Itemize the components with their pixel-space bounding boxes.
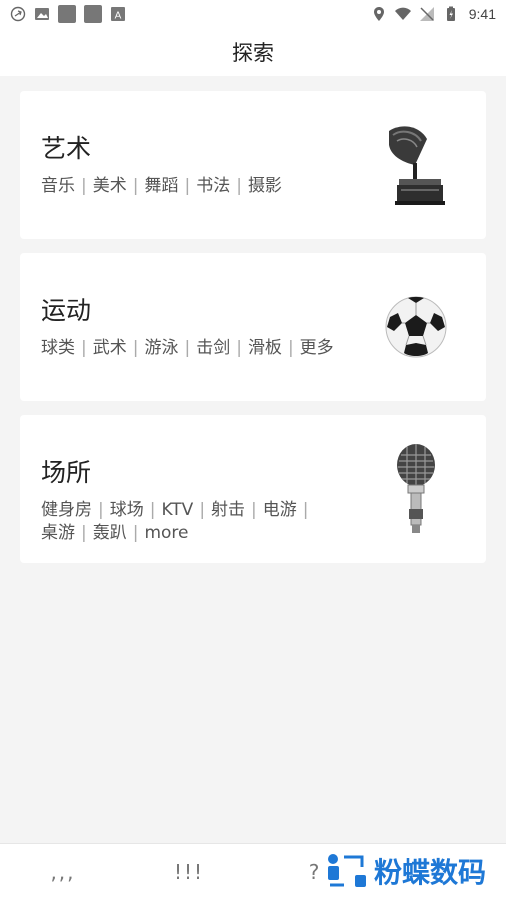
tag-separator: | [184, 338, 191, 358]
status-bar: A 9:41 [0, 0, 506, 28]
tag-separator: | [81, 523, 87, 543]
soccer-ball-icon [374, 281, 458, 373]
tag-separator: | [236, 176, 242, 196]
card-tags: 音乐 | 美术 | 舞蹈 | 书法 | 摄影 [41, 175, 341, 198]
tag-separator: | [199, 500, 206, 520]
category-card-sports[interactable]: 运动 球类 | 武术 | 游泳 | 击剑 | 滑板 | 更多 [20, 253, 486, 401]
nav-tab-comma[interactable]: ,,, [0, 860, 126, 884]
tag-separator: | [302, 500, 309, 520]
sync-icon [10, 6, 26, 22]
font-icon: A [111, 7, 125, 22]
tag-item[interactable]: 音乐 [41, 176, 75, 196]
tag-item[interactable]: 武术 [93, 338, 127, 358]
tag-separator: | [132, 338, 139, 358]
tag-separator: | [81, 338, 87, 358]
status-bar-right: 9:41 [371, 6, 496, 22]
tag-item[interactable]: 滑板 [248, 338, 282, 358]
tag-item[interactable]: 美术 [93, 176, 127, 196]
tag-item[interactable]: 舞蹈 [144, 176, 178, 196]
wifi-icon [394, 7, 411, 20]
tag-item[interactable]: 书法 [196, 176, 230, 196]
battery-icon [446, 6, 455, 21]
tag-item[interactable]: more [144, 523, 188, 543]
tag-separator: | [236, 338, 242, 358]
tag-separator: | [287, 338, 294, 358]
app-icon [84, 5, 102, 23]
card-tags: 健身房 | 球场 | KTV | 射击 | 电游 | 桌游 | 轰趴 | more [41, 499, 341, 545]
watermark: 粉蝶数码 [326, 851, 486, 891]
tag-separator: | [98, 500, 104, 520]
status-time: 9:41 [468, 6, 496, 22]
tag-item[interactable]: 球类 [41, 338, 75, 358]
status-bar-left: A [10, 5, 126, 23]
tag-item[interactable]: 射击 [211, 500, 245, 520]
card-title: 场所 [41, 458, 92, 487]
tag-separator: | [149, 500, 156, 520]
category-card-art[interactable]: 艺术 音乐 | 美术 | 舞蹈 | 书法 | 摄影 [20, 91, 486, 239]
header: 探索 [0, 28, 506, 76]
nav-tab-exclamation[interactable]: !!! [126, 860, 252, 884]
tag-separator: | [184, 176, 191, 196]
tags-row: 桌游 | 轰趴 | more [41, 522, 341, 545]
tag-item[interactable]: 轰趴 [93, 523, 127, 543]
tag-item[interactable]: 摄影 [248, 176, 282, 196]
card-title: 运动 [41, 296, 92, 325]
tag-item[interactable]: 游泳 [144, 338, 178, 358]
gramophone-icon [374, 119, 458, 211]
tag-separator: | [132, 176, 139, 196]
page-title: 探索 [232, 41, 274, 65]
watermark-text: 粉蝶数码 [373, 857, 486, 888]
tag-item[interactable]: 电游 [263, 500, 297, 520]
tag-item[interactable]: 健身房 [41, 500, 92, 520]
card-title: 艺术 [41, 134, 92, 163]
tag-separator: | [81, 176, 87, 196]
app-icon [58, 5, 76, 23]
tag-item[interactable]: KTV [161, 500, 193, 520]
tag-item[interactable]: 桌游 [41, 523, 75, 543]
tags-row: 健身房 | 球场 | KTV | 射击 | 电游 | [41, 499, 341, 522]
location-icon [373, 7, 384, 21]
category-card-places[interactable]: 场所 健身房 | 球场 | KTV | 射击 | 电游 | 桌游 | 轰趴 | more [20, 415, 486, 563]
tag-item[interactable]: 球场 [110, 500, 144, 520]
tag-item[interactable]: 击剑 [196, 338, 230, 358]
microphone-icon [374, 443, 458, 535]
tag-separator: | [251, 500, 257, 520]
image-icon [35, 8, 49, 20]
signal-off-icon [419, 7, 434, 21]
tag-separator: | [132, 523, 139, 543]
tag-item[interactable]: 更多 [300, 338, 334, 358]
svg-text:A: A [115, 11, 122, 22]
card-tags: 球类 | 武术 | 游泳 | 击剑 | 滑板 | 更多 [41, 337, 341, 360]
watermark-logo-icon [327, 854, 366, 887]
